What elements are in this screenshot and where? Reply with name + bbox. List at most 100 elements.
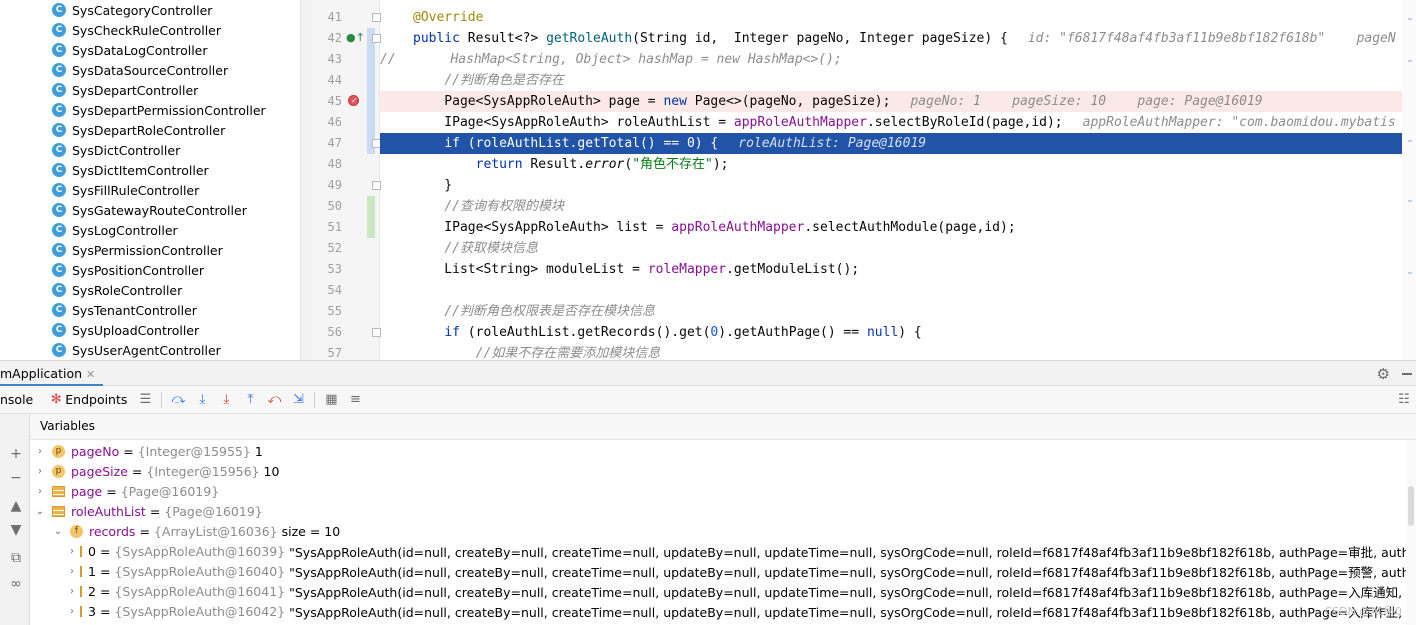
glasses-icon[interactable]: ∞ xyxy=(8,576,24,592)
tree-item[interactable]: C SysDataSourceController xyxy=(52,60,228,80)
code-line-52[interactable]: //获取模块信息 xyxy=(380,238,1416,259)
object-icon xyxy=(52,485,65,497)
scroll-marker[interactable] xyxy=(1408,18,1412,20)
run-to-cursor-icon[interactable]: ⇲ xyxy=(286,389,310,411)
menu-icon[interactable]: ☰ xyxy=(133,389,157,411)
chevron-right-icon[interactable]: › xyxy=(70,586,74,597)
code-line-49[interactable]: } xyxy=(380,175,1416,196)
code-line-41[interactable]: @Override xyxy=(380,7,1416,28)
chevron-down-icon[interactable]: ⌄ xyxy=(52,526,64,537)
remove-watch-icon[interactable]: − xyxy=(8,470,24,486)
chevron-right-icon[interactable]: › xyxy=(34,466,46,477)
tree-item[interactable]: C SysDepartController xyxy=(52,80,198,100)
code-line-50[interactable]: //查询有权限的模块 xyxy=(380,196,1416,217)
tree-item[interactable]: C SysLogController xyxy=(52,220,178,240)
variable-row[interactable]: › p pageSize = {Integer@15956} 10 xyxy=(30,461,1416,481)
code-line-47-current-execution[interactable]: if (roleAuthList.getTotal() == 0) {roleA… xyxy=(380,133,1416,154)
evaluate-expression-icon[interactable]: ▦ xyxy=(319,389,343,411)
code-line-56[interactable]: if (roleAuthList.getRecords().get(0).get… xyxy=(380,322,1416,343)
endpoints-tab[interactable]: Endpoints xyxy=(65,392,127,407)
tree-item[interactable]: C SysPermissionController xyxy=(52,240,223,260)
tree-item[interactable]: C SysDictItemController xyxy=(52,160,209,180)
tree-item[interactable]: C SysDepartPermissionController xyxy=(52,100,266,120)
editor-scrollbar[interactable] xyxy=(1402,0,1416,360)
chevron-right-icon[interactable]: › xyxy=(70,606,74,617)
tree-item[interactable]: C SysDictController xyxy=(52,140,180,160)
code-line-44[interactable]: //判断角色是否存在 xyxy=(380,70,1416,91)
tree-item[interactable]: C SysDataLogController xyxy=(52,40,208,60)
copy-icon[interactable]: ⧉ xyxy=(8,550,24,566)
variable-row[interactable]: ⌄ f records = {ArrayList@16036} size = 10 xyxy=(30,521,1416,541)
step-over-icon[interactable]: ⤓ xyxy=(190,389,214,411)
tree-item[interactable]: C SysUploadController xyxy=(52,320,199,340)
step-out-icon[interactable]: ⤒ xyxy=(238,389,262,411)
tree-item[interactable]: C SysTenantController xyxy=(52,300,197,320)
code-line-43[interactable]: // HashMap<String, Object> hashMap = new… xyxy=(380,49,1416,70)
variables-scrollbar[interactable] xyxy=(1406,440,1416,625)
list-item[interactable]: › 0 = {SysAppRoleAuth@16039} "SysAppRoleA… xyxy=(30,541,1416,561)
tree-item-label: SysDictController xyxy=(72,142,181,158)
move-up-icon[interactable]: ▲ xyxy=(8,498,24,514)
code-area[interactable]: @Override public Result<?> getRoleAuth(S… xyxy=(380,0,1416,360)
code-line-48[interactable]: return Result.error("角色不存在"); xyxy=(380,154,1416,175)
code-line-54[interactable] xyxy=(380,280,1416,301)
code-editor[interactable]: 41 42 43 44 45 46 47 48 49 50 51 52 53 5… xyxy=(312,0,1416,360)
layout-icon[interactable]: ☷ xyxy=(1392,389,1416,411)
scroll-marker[interactable] xyxy=(1408,272,1412,274)
chevron-right-icon[interactable]: › xyxy=(34,446,46,457)
move-down-icon[interactable]: ▼ xyxy=(8,522,24,538)
tree-item[interactable]: C SysPositionController xyxy=(52,260,204,280)
variable-row[interactable]: › p pageNo = {Integer@15955} 1 xyxy=(30,441,1416,461)
tree-item[interactable]: C SysRoleController xyxy=(52,280,182,300)
drop-frame-icon[interactable]: ⤺ xyxy=(262,389,286,411)
chevron-right-icon[interactable]: › xyxy=(34,486,46,497)
minimize-icon[interactable] xyxy=(1402,373,1412,375)
code-line-42[interactable]: public Result<?> getRoleAuth(String id, … xyxy=(380,28,1416,49)
tree-item[interactable]: C SysCheckRuleController xyxy=(52,20,221,40)
run-config-tab[interactable]: mApplication ✕ xyxy=(0,361,104,386)
variables-scroll-thumb[interactable] xyxy=(1408,486,1414,526)
editor-gutter[interactable]: 41 42 43 44 45 46 47 48 49 50 51 52 53 5… xyxy=(312,0,381,360)
line-number: 53 xyxy=(327,262,342,276)
chevron-right-icon[interactable]: › xyxy=(70,546,74,557)
list-item[interactable]: › 2 = {SysAppRoleAuth@16041} "SysAppRoleA… xyxy=(30,581,1416,601)
variable-row[interactable]: ⌄ roleAuthList = {Page@16019} xyxy=(30,501,1416,521)
code-line-55[interactable]: //判断角色权限表是否存在模块信息 xyxy=(380,301,1416,322)
close-icon[interactable]: ✕ xyxy=(86,368,95,381)
vcs-change-marker[interactable] xyxy=(367,28,375,154)
project-tree: C SysCategoryController C SysCheckRuleCont… xyxy=(0,0,312,360)
scroll-marker[interactable] xyxy=(1408,60,1412,62)
tree-scrollbar[interactable] xyxy=(300,0,312,360)
vcs-change-marker[interactable] xyxy=(367,196,375,238)
scroll-marker[interactable] xyxy=(1408,200,1412,202)
step-into-icon[interactable]: ⤓ xyxy=(214,389,238,411)
tree-item[interactable]: C SysDepartRoleController xyxy=(52,120,225,140)
add-watch-icon[interactable]: + xyxy=(8,446,24,462)
chevron-right-icon[interactable]: › xyxy=(70,566,74,577)
code-line-46[interactable]: IPage<SysAppRoleAuth> roleAuthList = app… xyxy=(380,112,1416,133)
class-icon: C xyxy=(52,83,66,97)
console-tab[interactable]: nsole xyxy=(0,392,33,407)
trace-stream-icon[interactable]: ≡ xyxy=(343,389,367,411)
code-line-45[interactable]: Page<SysAppRoleAuth> page = new Page<>(p… xyxy=(380,91,1416,112)
tree-item[interactable]: C SysCategoryController xyxy=(52,0,212,20)
code-line-53[interactable]: List<String> moduleList = roleMapper.get… xyxy=(380,259,1416,280)
tree-item[interactable]: C SysUserAgentController xyxy=(52,340,221,360)
tree-item-label: SysUserAgentController xyxy=(72,342,221,358)
tree-item[interactable]: C SysFillRuleController xyxy=(52,180,199,200)
variables-tree[interactable]: › p pageNo = {Integer@15955} 1 › p pageSi… xyxy=(30,440,1416,625)
override-method-icon[interactable]: ●↑ xyxy=(346,31,365,45)
list-item[interactable]: › 1 = {SysAppRoleAuth@16040} "SysAppRoleA… xyxy=(30,561,1416,581)
code-line-51[interactable]: IPage<SysAppRoleAuth> list = appRoleAuth… xyxy=(380,217,1416,238)
variable-type: {Page@16019} xyxy=(120,483,220,499)
list-item[interactable]: › 3 = {SysAppRoleAuth@16042} "SysAppRoleA… xyxy=(30,601,1416,621)
tree-item-label: SysTenantController xyxy=(72,302,197,318)
tree-item-label: SysPermissionController xyxy=(72,242,223,258)
show-execution-point-icon[interactable]: ⤼ xyxy=(166,389,190,411)
variable-row[interactable]: › page = {Page@16019} xyxy=(30,481,1416,501)
code-line-57[interactable]: //如果不存在需要添加模块信息 xyxy=(380,343,1416,360)
tree-item[interactable]: C SysGatewayRouteController xyxy=(52,200,247,220)
gear-icon[interactable]: ⚙ xyxy=(1377,365,1390,383)
chevron-down-icon[interactable]: ⌄ xyxy=(34,506,46,517)
scroll-marker[interactable] xyxy=(1408,140,1412,142)
